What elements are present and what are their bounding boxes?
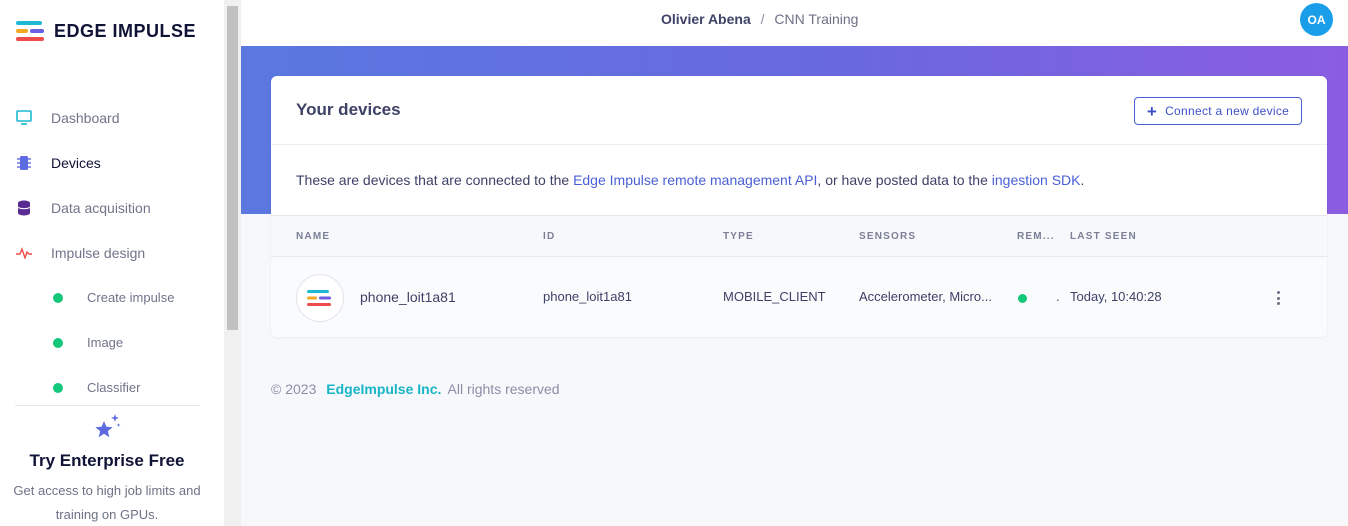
sidebar-item-impulse-design[interactable]: Impulse design: [0, 230, 224, 275]
column-header-name[interactable]: NAME: [296, 231, 330, 242]
ingestion-sdk-link[interactable]: ingestion SDK: [992, 172, 1081, 188]
device-avatar: [296, 274, 344, 322]
devices-title: Your devices: [296, 100, 401, 119]
column-header-sensors[interactable]: SENSORS: [859, 231, 916, 242]
sidebar-item-label: Data acquisition: [51, 199, 151, 216]
edge-impulse-logo-icon: [16, 21, 44, 41]
sidebar: EDGE IMPULSE Dashboard Devices Data acqu…: [0, 0, 224, 526]
top-bar: Olivier Abena / CNN Training OA: [241, 0, 1348, 46]
page-footer: © 2023 EdgeImpulse Inc. All rights reser…: [271, 381, 560, 397]
sidebar-divider: [15, 405, 200, 406]
status-dot-icon: [53, 382, 63, 393]
breadcrumb-project[interactable]: CNN Training: [774, 11, 858, 27]
desc-suffix: .: [1080, 172, 1085, 188]
sparkle-star-icon: [95, 414, 121, 438]
sidebar-item-devices[interactable]: Devices: [0, 140, 224, 185]
scrollbar-thumb[interactable]: [227, 6, 238, 330]
device-type: MOBILE_CLIENT: [723, 289, 826, 304]
database-icon: [16, 200, 32, 216]
desc-prefix: These are devices that are connected to …: [296, 172, 574, 188]
devices-table-header: NAME ID TYPE SENSORS REM... LAST SEEN: [271, 215, 1327, 257]
edge-impulse-device-icon: [307, 290, 331, 306]
sidebar-subitem-create-impulse[interactable]: Create impulse: [0, 275, 224, 320]
breadcrumb: Olivier Abena / CNN Training: [661, 11, 858, 27]
devices-card: Your devices + Connect a new device Thes…: [271, 76, 1327, 337]
footer-brand-link[interactable]: EdgeImpulse Inc.: [326, 381, 441, 397]
row-actions-kebab-icon[interactable]: [1271, 291, 1285, 305]
column-header-id[interactable]: ID: [543, 231, 555, 242]
device-name[interactable]: phone_loit1a81: [360, 289, 456, 305]
column-header-type[interactable]: TYPE: [723, 231, 754, 242]
remote-extra: .: [1056, 289, 1060, 304]
sidebar-nav: Dashboard Devices Data acquisition Impul…: [0, 95, 224, 410]
status-dot-icon: [53, 292, 63, 303]
column-header-remote[interactable]: REM...: [1017, 231, 1055, 242]
sidebar-item-dashboard[interactable]: Dashboard: [0, 95, 224, 140]
desc-middle: , or have posted data to the: [817, 172, 992, 188]
remote-status-dot: [1018, 294, 1027, 303]
enterprise-promo[interactable]: Try Enterprise Free Get access to high j…: [0, 412, 214, 526]
device-sensors: Accelerometer, Micro...: [859, 289, 992, 304]
sidebar-subitem-label: Image: [87, 335, 124, 350]
column-header-last-seen[interactable]: LAST SEEN: [1070, 231, 1137, 242]
device-id: phone_loit1a81: [543, 289, 632, 304]
footer-copyright: © 2023: [271, 381, 317, 397]
sidebar-scrollbar[interactable]: [224, 0, 241, 526]
sidebar-item-label: Devices: [51, 154, 101, 171]
breadcrumb-separator: /: [760, 11, 765, 27]
sidebar-item-data-acquisition[interactable]: Data acquisition: [0, 185, 224, 230]
chip-icon: [16, 155, 32, 171]
sidebar-item-label: Dashboard: [51, 109, 120, 126]
connect-new-device-button[interactable]: + Connect a new device: [1134, 97, 1302, 125]
enterprise-title: Try Enterprise Free: [29, 451, 185, 470]
breadcrumb-user[interactable]: Olivier Abena: [661, 11, 751, 27]
user-avatar[interactable]: OA: [1300, 3, 1333, 36]
monitor-icon: [16, 110, 32, 126]
devices-description: These are devices that are connected to …: [271, 145, 1327, 215]
devices-card-header: Your devices + Connect a new device: [271, 76, 1327, 145]
sidebar-subitem-label: Classifier: [87, 380, 141, 395]
sidebar-item-label: Impulse design: [51, 244, 146, 261]
sidebar-subitem-label: Create impulse: [87, 290, 175, 305]
pulse-icon: [16, 245, 32, 261]
status-dot-icon: [53, 337, 63, 348]
table-row[interactable]: phone_loit1a81 phone_loit1a81 MOBILE_CLI…: [271, 257, 1327, 337]
plus-icon: +: [1146, 101, 1158, 121]
edge-impulse-logo[interactable]: EDGE IMPULSE: [16, 20, 196, 42]
remote-management-api-link[interactable]: Edge Impulse remote management API: [573, 172, 817, 188]
connect-button-label: Connect a new device: [1165, 104, 1290, 118]
device-last-seen: Today, 10:40:28: [1070, 289, 1162, 304]
brand-name: EDGE IMPULSE: [54, 20, 197, 41]
enterprise-text: Get access to high job limits and traini…: [13, 483, 201, 522]
footer-rights: All rights reserved: [447, 381, 560, 397]
sidebar-subitem-image[interactable]: Image: [0, 320, 224, 365]
sidebar-subitem-classifier[interactable]: Classifier: [0, 365, 224, 410]
